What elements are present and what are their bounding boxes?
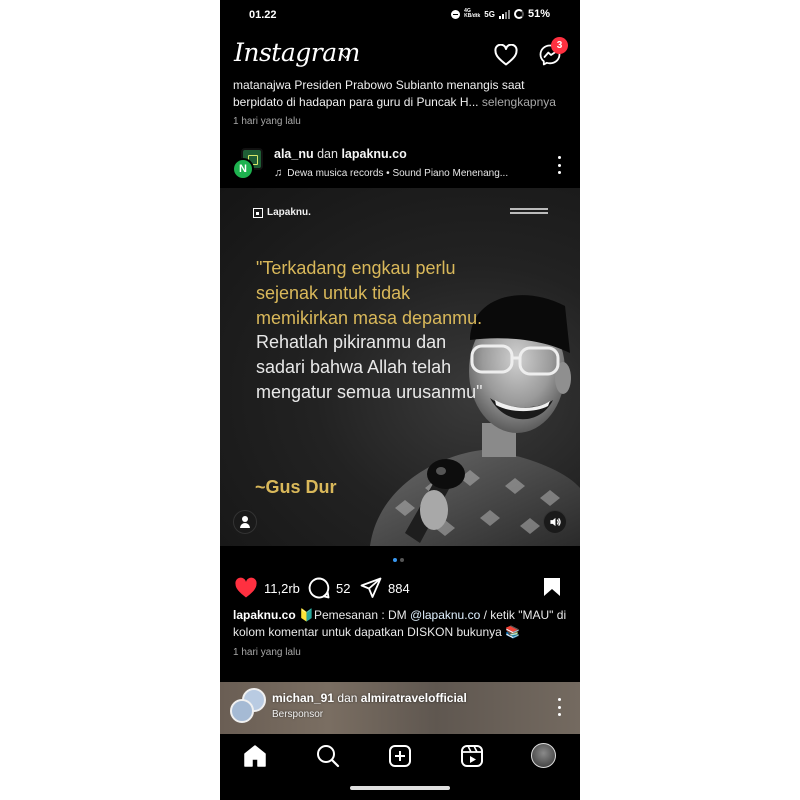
status-bar: 01.22 4G KB/dtk 5G 51% (220, 0, 580, 30)
previous-post-caption[interactable]: matanajwa Presiden Prabowo Subianto mena… (233, 77, 573, 111)
heart-filled-icon (235, 577, 257, 598)
post-author-1[interactable]: ala_nu (274, 147, 314, 161)
quote-text: "Terkadang engkau perlu sejenak untuk ti… (256, 256, 486, 405)
reels-icon[interactable] (459, 743, 485, 769)
caption-user[interactable]: lapaknu.co (233, 608, 296, 622)
quote-rest: Rehatlah pikiranmu dan sadari bahwa Alla… (256, 332, 483, 402)
post-author-joiner: dan (317, 147, 338, 161)
post-actions: 11,2rb 52 884 (220, 572, 580, 604)
bookmark-icon[interactable] (543, 577, 561, 597)
profile-avatar[interactable] (531, 743, 556, 768)
share-count: 884 (388, 580, 410, 596)
bottom-navigation (220, 734, 580, 800)
comment-icon (308, 577, 330, 599)
post-header: N ala_nu dan lapaknu.co ♫ Dewa musica re… (220, 142, 580, 186)
heart-icon[interactable] (494, 44, 518, 66)
tagged-users-icon[interactable] (233, 510, 257, 534)
post-caption[interactable]: lapaknu.co 🔰Pemesanan : DM @lapaknu.co /… (233, 607, 569, 641)
message-badge: 3 (551, 37, 568, 54)
status-icons: 4G KB/dtk 5G 51% (451, 8, 550, 20)
top-bar: Instagram 3 (220, 36, 580, 76)
see-more-link[interactable]: selengkapnya (482, 95, 556, 109)
like-button[interactable]: 11,2rb (234, 576, 300, 600)
carousel-dot (400, 558, 404, 562)
network-speed-bottom: KB/dtk (464, 13, 481, 19)
carousel-dot-active (393, 558, 397, 562)
home-indicator[interactable] (350, 786, 450, 790)
battery-icon (513, 9, 524, 19)
avatar-michan[interactable] (230, 699, 254, 723)
comment-button[interactable]: 52 (308, 576, 350, 600)
music-note-icon: ♫ (274, 167, 283, 179)
home-icon[interactable] (242, 743, 268, 769)
battery-level: 51% (527, 8, 550, 20)
post-image[interactable]: Lapaknu. "Terkadang engkau perlu sejenak… (220, 188, 580, 546)
like-count: 11,2rb (264, 580, 300, 596)
post-options-icon[interactable] (553, 156, 565, 174)
do-not-disturb-icon (451, 9, 461, 19)
post-authors[interactable]: ala_nu dan lapaknu.co (274, 147, 407, 161)
sponsored-author-1[interactable]: michan_91 (272, 691, 334, 705)
sponsored-author-2[interactable]: almiratravelofficial (361, 691, 467, 705)
search-icon[interactable] (315, 743, 341, 769)
quote-author: ~Gus Dur (255, 477, 337, 497)
sponsored-options-icon[interactable] (553, 698, 565, 716)
post-author-2[interactable]: lapaknu.co (341, 147, 406, 161)
caption-mention[interactable]: @lapaknu.co (410, 608, 480, 622)
music-attribution[interactable]: ♫ Dewa musica records • Sound Piano Mene… (274, 167, 508, 179)
phone-screen: 01.22 4G KB/dtk 5G 51% Instagram 3 matan… (220, 0, 580, 800)
previous-caption-text: matanajwa Presiden Prabowo Subianto mena… (233, 78, 525, 109)
quote-highlight: "Terkadang engkau perlu sejenak untuk ti… (256, 258, 483, 328)
sponsored-authors[interactable]: michan_91 dan almiratravelofficial (272, 691, 467, 705)
comment-count: 52 (336, 580, 351, 596)
sponsored-post-header: michan_91 dan almiratravelofficial Bersp… (220, 682, 580, 734)
network-speed: 4G KB/dtk (464, 9, 480, 19)
music-text: Dewa musica records • Sound Piano Menena… (287, 167, 509, 179)
avatar-ala-nu[interactable]: N (232, 158, 254, 180)
sponsored-label: Bersponsor (272, 709, 324, 720)
sponsored-joiner: dan (337, 691, 358, 705)
send-icon (360, 577, 382, 598)
share-button[interactable]: 884 (360, 576, 410, 600)
signal-icon (498, 9, 510, 19)
post-time: 1 hari yang lalu (233, 647, 301, 658)
previous-post-time: 1 hari yang lalu (233, 116, 301, 127)
carousel-indicator (393, 558, 404, 562)
sound-icon[interactable] (543, 510, 567, 534)
create-post-icon[interactable] (387, 743, 413, 769)
network-type: 5G (484, 9, 495, 19)
caption-text-1: 🔰Pemesanan : DM (295, 608, 411, 622)
status-time: 01.22 (249, 9, 277, 21)
